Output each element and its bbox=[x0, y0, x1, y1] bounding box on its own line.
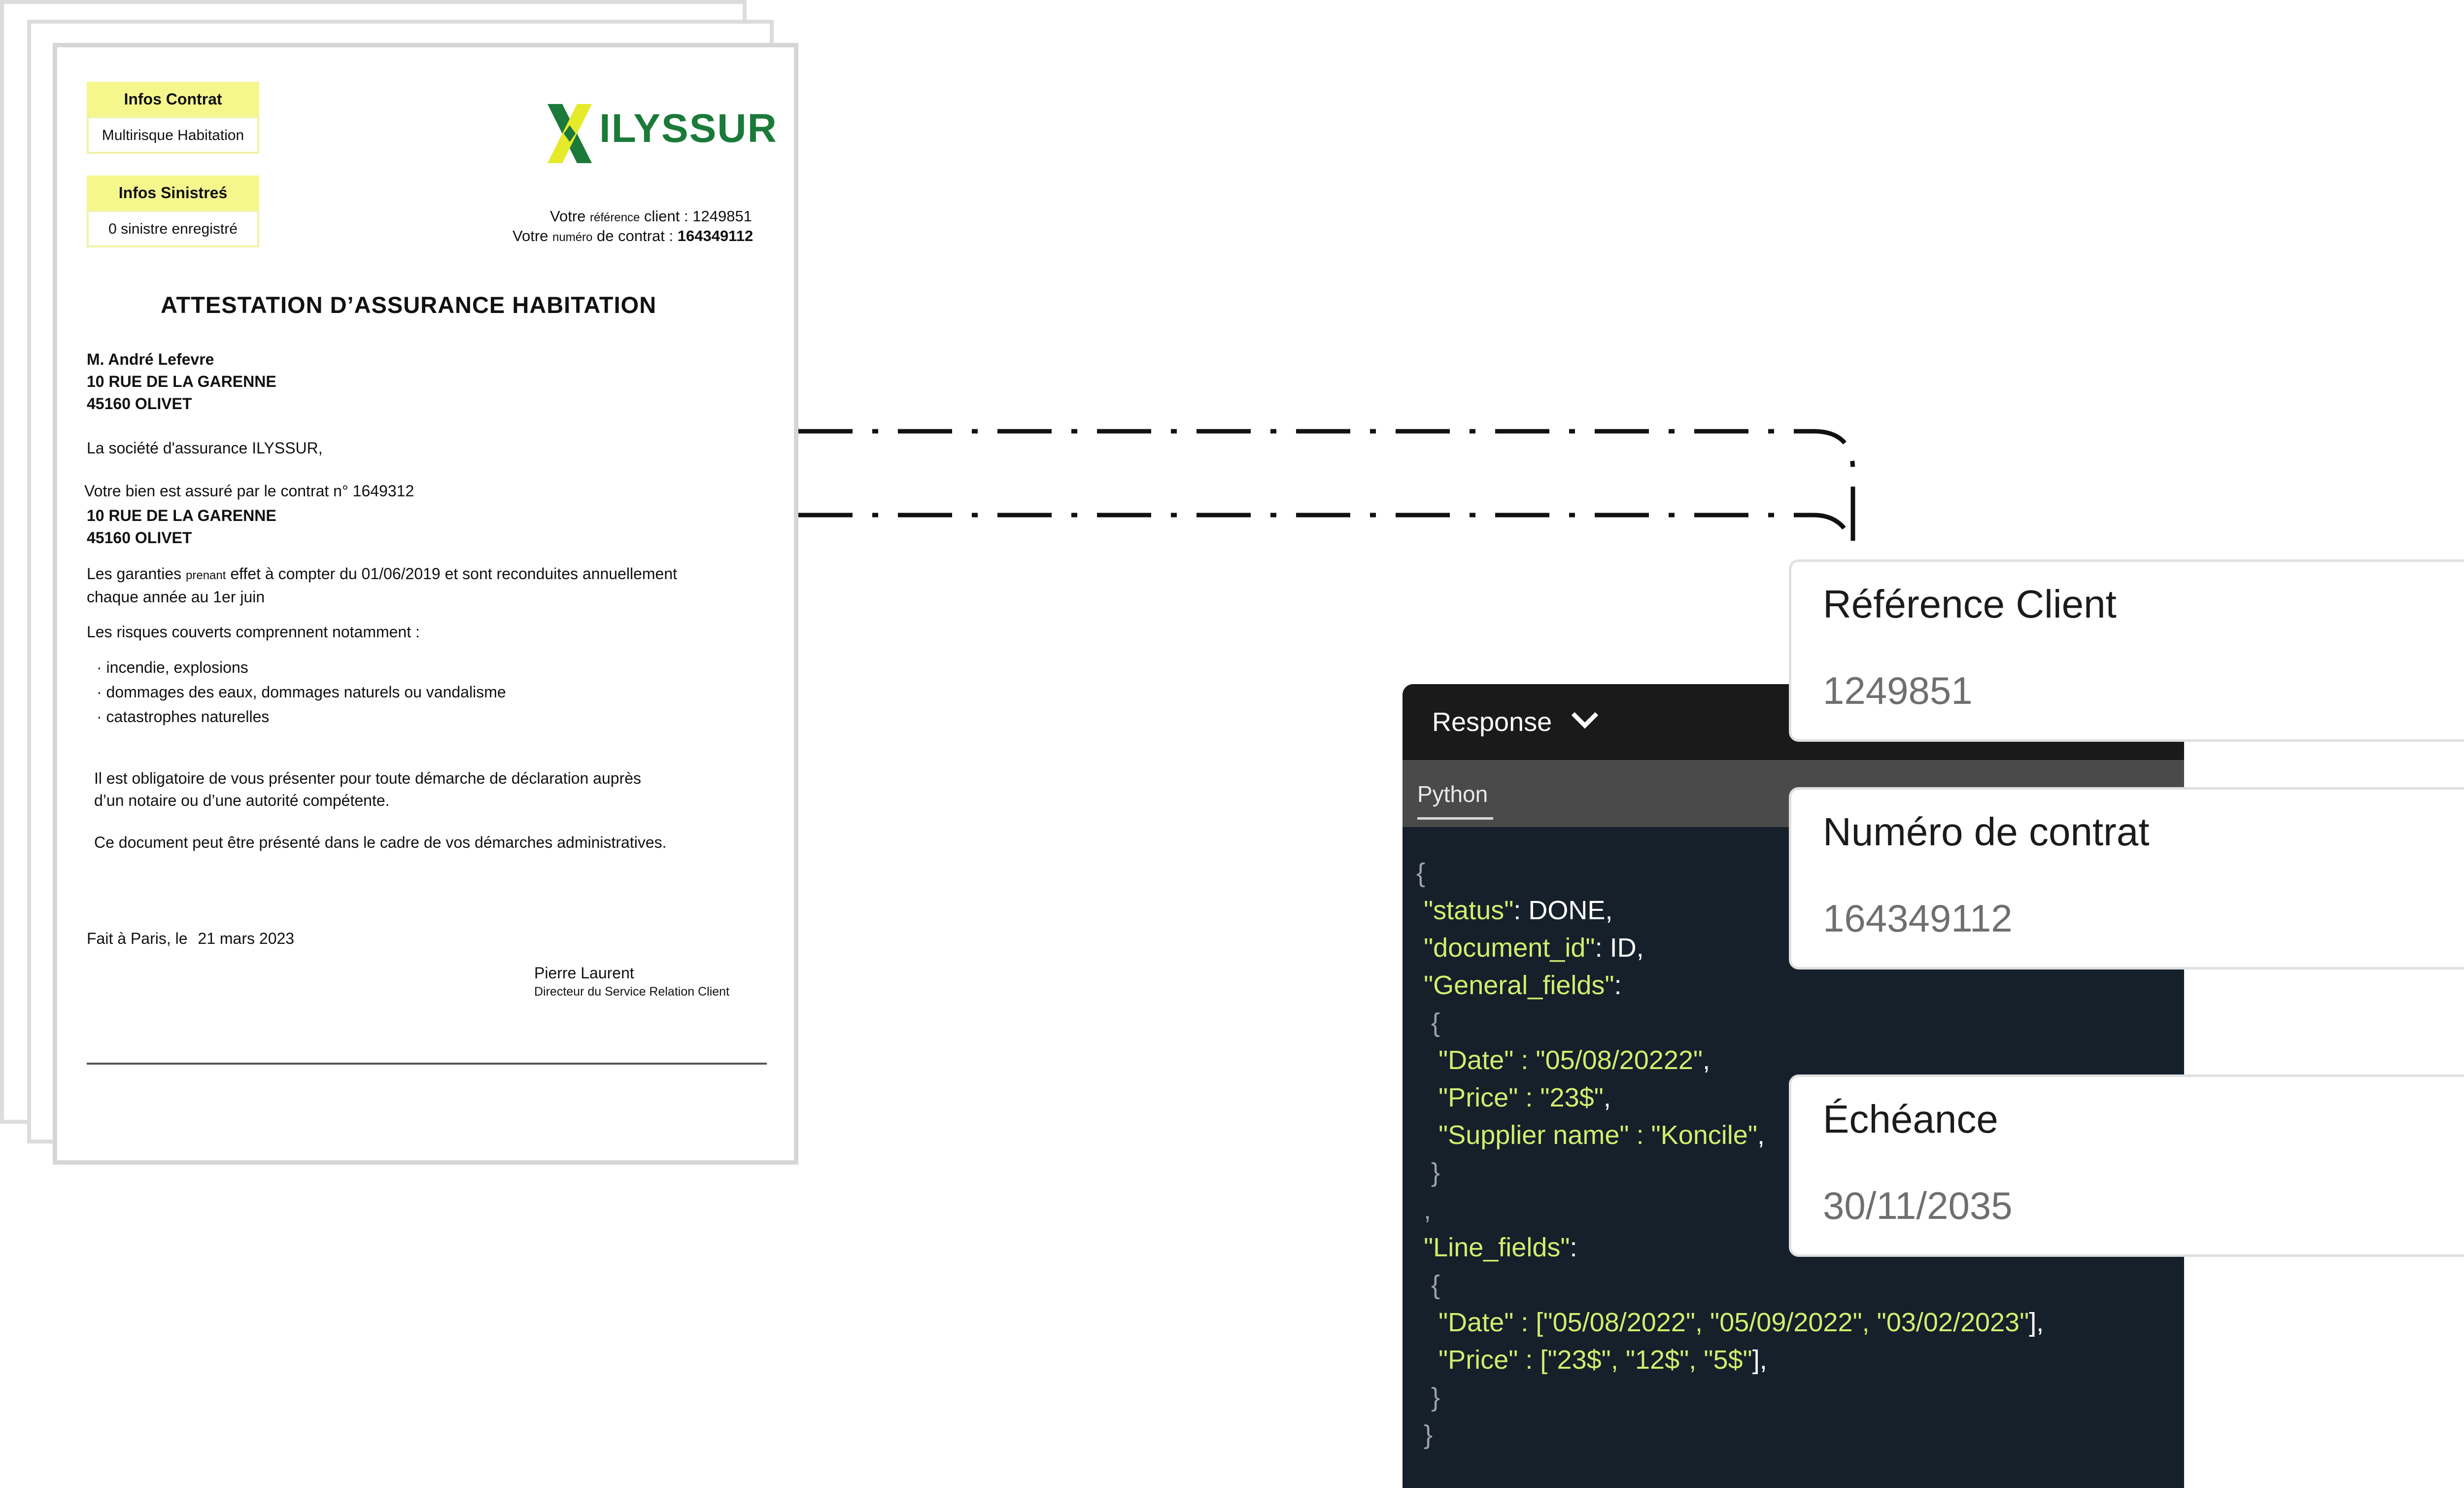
code-line: } bbox=[1416, 1379, 2044, 1416]
code-token: "23$", "12$", "5$" bbox=[1547, 1345, 1752, 1375]
code-token: , bbox=[1757, 1120, 1765, 1150]
code-token: : DONE, bbox=[1513, 896, 1613, 925]
card-echeance: Échéance 30/11/2035 bbox=[1789, 1074, 2464, 1257]
code-token: } bbox=[1416, 1383, 1440, 1412]
code-token: } bbox=[1416, 1158, 1440, 1187]
card-label: Numéro de contrat bbox=[1823, 810, 2150, 854]
code-token: } bbox=[1416, 1420, 1433, 1450]
code-token: : bbox=[1614, 970, 1622, 1000]
code-token: "General_fields" bbox=[1416, 970, 1614, 1000]
code-line: "Date" : "05/08/20222", bbox=[1416, 1041, 2044, 1079]
chevron-down-icon[interactable] bbox=[1570, 710, 1600, 729]
code-line: } bbox=[1416, 1416, 2044, 1453]
response-title: Response bbox=[1432, 707, 1552, 737]
card-numero-contrat: Numéro de contrat 164349112 bbox=[1789, 787, 2464, 969]
code-token: "Supplier name" : "Koncile" bbox=[1416, 1120, 1758, 1150]
code-token: "document_id" bbox=[1416, 933, 1595, 963]
code-token: "status" bbox=[1416, 896, 1514, 925]
tab-python[interactable]: Python bbox=[1417, 781, 1488, 807]
card-label: Référence Client bbox=[1823, 582, 2117, 626]
code-token: "Date" : "05/08/20222" bbox=[1416, 1045, 1703, 1075]
code-line: { bbox=[1416, 1004, 2044, 1041]
active-tab-indicator bbox=[1417, 817, 1493, 820]
code-token: : bbox=[1570, 1233, 1577, 1262]
code-line: "General_fields": bbox=[1416, 967, 2044, 1004]
code-line: { bbox=[1416, 1266, 2044, 1304]
code-token: ], bbox=[2029, 1308, 2044, 1337]
card-value: 1249851 bbox=[1823, 669, 1973, 712]
code-token: "Line_fields" bbox=[1416, 1233, 1570, 1262]
card-reference-client: Référence Client 1249851 bbox=[1789, 559, 2464, 742]
code-token: { bbox=[1416, 1270, 1440, 1300]
code-token: { bbox=[1416, 1008, 1440, 1038]
code-token: "Price" : [ bbox=[1416, 1345, 1548, 1375]
code-token: "05/08/2022", "05/09/2022", "03/02/2023" bbox=[1543, 1308, 2029, 1337]
code-token: ], bbox=[1752, 1345, 1767, 1375]
card-value: 30/11/2035 bbox=[1823, 1184, 2013, 1227]
code-line: "Price" : ["23$", "12$", "5$"], bbox=[1416, 1341, 2044, 1379]
code-token: , bbox=[1603, 1083, 1611, 1112]
code-token: , bbox=[1416, 1195, 1432, 1225]
code-token: , bbox=[1703, 1045, 1711, 1075]
code-line: "Date" : ["05/08/2022", "05/09/2022", "0… bbox=[1416, 1304, 2044, 1341]
code-token: "Price" : "23$" bbox=[1416, 1083, 1604, 1112]
card-label: Échéance bbox=[1823, 1097, 1998, 1141]
code-token: { bbox=[1416, 858, 1426, 888]
code-token: : ID, bbox=[1595, 933, 1644, 963]
code-token: "Date" : [ bbox=[1416, 1308, 1543, 1337]
card-value: 164349112 bbox=[1823, 897, 2013, 940]
